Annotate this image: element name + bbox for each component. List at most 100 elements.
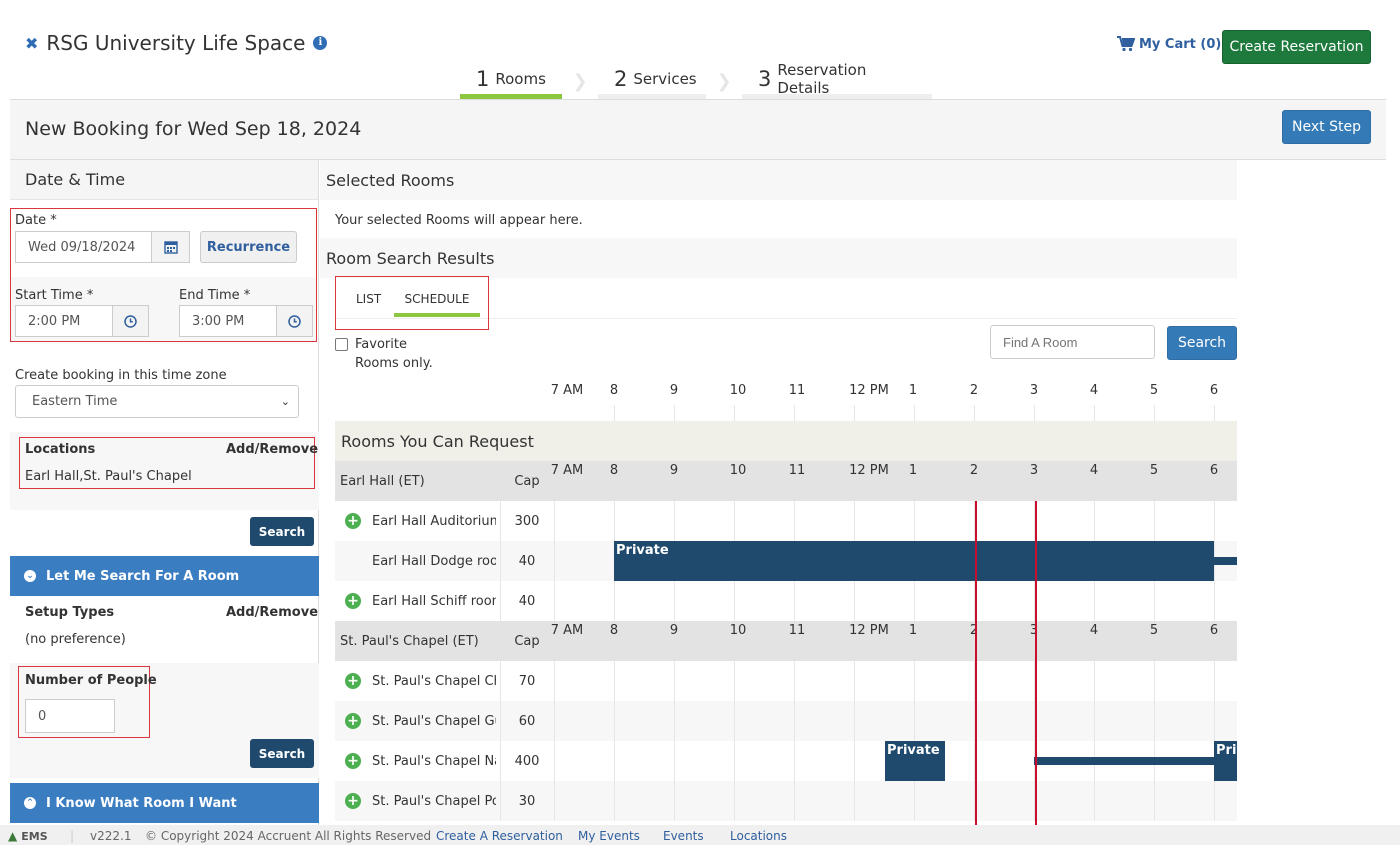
calendar-icon[interactable] (151, 231, 190, 263)
add-room-icon[interactable]: + (345, 593, 361, 609)
footer-link-my-events[interactable]: My Events (578, 829, 640, 843)
hour-gridline (794, 741, 795, 781)
search-button-locations[interactable]: Search (250, 517, 314, 546)
step-number: 2 (614, 67, 628, 91)
hour-label: 7 AM (550, 383, 584, 398)
clock-icon[interactable] (112, 305, 149, 337)
hour-label: 1 (908, 623, 918, 638)
hour-gridline (914, 701, 915, 741)
number-of-people-input[interactable]: 0 (25, 699, 115, 733)
hour-gridline (614, 501, 615, 541)
booking-block[interactable]: Priv (1214, 741, 1237, 781)
step-services[interactable]: 2 Services (598, 64, 706, 99)
favorite-checkbox[interactable] (335, 338, 348, 351)
hour-gridline (854, 581, 855, 621)
hour-gridline (854, 501, 855, 541)
hour-gridline (1214, 741, 1215, 781)
tab-schedule[interactable]: SCHEDULE (394, 292, 480, 317)
hour-label: 5 (1149, 623, 1159, 638)
chevron-up-icon: ⌃ (24, 797, 36, 809)
hour-tick (1034, 405, 1035, 421)
info-icon[interactable]: i (313, 36, 328, 50)
room-name[interactable]: Earl Hall Dodge room (372, 554, 496, 569)
hour-gridline (1154, 501, 1155, 541)
hour-tick (794, 405, 795, 421)
close-icon[interactable]: ✖ (25, 34, 38, 53)
setup-add-remove-link[interactable]: Add/Remove (226, 605, 318, 620)
hour-gridline (1094, 541, 1095, 581)
group-header-row (335, 621, 1237, 661)
find-room-search-button[interactable]: Search (1167, 326, 1237, 360)
footer-link-create-reservation[interactable]: Create A Reservation (436, 829, 563, 843)
room-name[interactable]: St. Paul's Chapel Nave (372, 754, 496, 769)
footer-link-events[interactable]: Events (663, 829, 704, 843)
selected-rooms-empty: Your selected Rooms will appear here. (335, 213, 583, 228)
hour-gridline (854, 541, 855, 581)
selected-rooms-header: Selected Rooms (320, 160, 1237, 200)
booking-block[interactable]: Private (614, 541, 1214, 581)
timezone-select[interactable]: Eastern Time ⌄ (15, 385, 299, 418)
hour-gridline (854, 781, 855, 821)
hour-gridline (974, 501, 975, 541)
hour-tick (674, 405, 675, 421)
hour-gridline (1154, 581, 1155, 621)
hour-gridline (614, 781, 615, 821)
add-room-icon[interactable]: + (345, 513, 361, 529)
ems-logo: ▲ EMS (8, 829, 48, 843)
hour-label: 6 (1209, 463, 1219, 478)
room-name[interactable]: St. Paul's Chapel Guest (372, 714, 496, 729)
room-capacity: 40 (518, 594, 536, 609)
booking-block[interactable]: Private (885, 741, 945, 781)
hour-gridline (1214, 541, 1215, 581)
hour-gridline (1214, 701, 1215, 741)
timeline-divider (554, 501, 555, 541)
hour-gridline (794, 581, 795, 621)
tab-list[interactable]: LIST (356, 292, 381, 306)
create-reservation-button[interactable]: Create Reservation (1222, 30, 1371, 64)
recurrence-button[interactable]: Recurrence (200, 231, 297, 263)
timezone-value: Eastern Time (32, 394, 118, 409)
add-room-icon[interactable]: + (345, 753, 361, 769)
hour-tick (1214, 405, 1215, 421)
hour-gridline (674, 501, 675, 541)
hour-gridline (734, 501, 735, 541)
accordion-search-room[interactable]: ⌄ Let Me Search For A Room (10, 556, 319, 596)
date-input[interactable]: Wed 09/18/2024 (15, 231, 152, 263)
add-room-icon[interactable]: + (345, 793, 361, 809)
room-name[interactable]: Earl Hall Auditorium (372, 514, 496, 529)
cap-header: Cap (514, 474, 540, 489)
footer-link-locations[interactable]: Locations (730, 829, 787, 843)
hour-gridline (1094, 501, 1095, 541)
hour-label: 11 (788, 623, 806, 638)
accordion-label: I Know What Room I Want (46, 795, 237, 811)
end-time-input[interactable]: 3:00 PM (179, 305, 277, 337)
find-room-input[interactable] (990, 325, 1155, 359)
hour-gridline (614, 581, 615, 621)
next-step-button[interactable]: Next Step (1282, 110, 1371, 144)
cap-divider (500, 701, 501, 741)
locations-add-remove-link[interactable]: Add/Remove (226, 442, 318, 457)
room-name[interactable]: St. Paul's Chapel Choir (372, 674, 496, 689)
add-room-icon[interactable]: + (345, 673, 361, 689)
hour-gridline (674, 781, 675, 821)
start-time-input[interactable]: 2:00 PM (15, 305, 113, 337)
hour-gridline (974, 541, 975, 581)
room-name[interactable]: Earl Hall Schiff room (372, 594, 496, 609)
hour-label: 11 (788, 383, 806, 398)
search-button-people[interactable]: Search (250, 739, 314, 768)
hour-label: 4 (1089, 623, 1099, 638)
accordion-know-room[interactable]: ⌃ I Know What Room I Want (10, 783, 319, 823)
my-cart-link[interactable]: My Cart (0) (1117, 36, 1221, 52)
step-rooms[interactable]: 1 Rooms (460, 64, 562, 99)
add-room-icon[interactable]: + (345, 713, 361, 729)
clock-icon[interactable] (276, 305, 313, 337)
room-name[interactable]: St. Paul's Chapel Post (372, 794, 496, 809)
hour-gridline (734, 781, 735, 821)
hour-gridline (614, 661, 615, 701)
ems-brand: EMS (21, 830, 48, 843)
hour-gridline (914, 541, 915, 581)
hour-gridline (674, 661, 675, 701)
hour-label: 10 (729, 383, 747, 398)
hour-label: 7 AM (550, 463, 584, 478)
step-reservation-details[interactable]: 3 Reservation Details (742, 61, 932, 99)
